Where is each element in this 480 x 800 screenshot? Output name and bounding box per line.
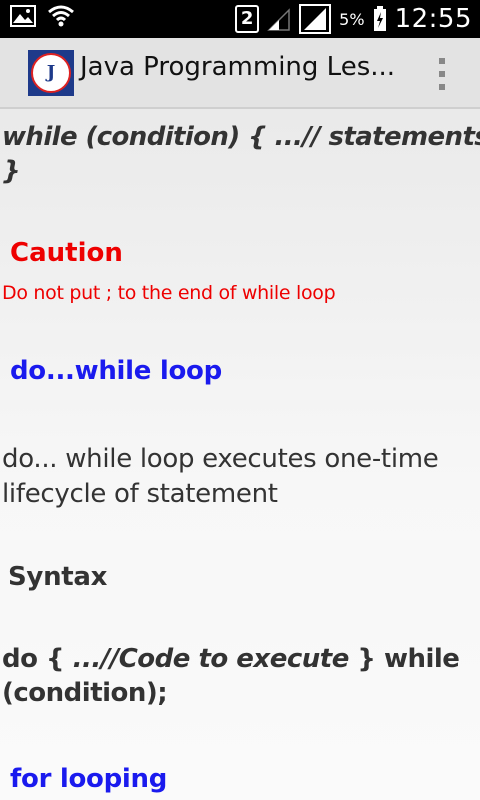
caution-heading: Caution bbox=[10, 238, 123, 268]
action-bar: J Java Programming Les... bbox=[0, 38, 480, 109]
signal-icon bbox=[267, 8, 290, 31]
status-bar-right: 2 5% 12:55 bbox=[235, 0, 472, 38]
java-logo-icon: J bbox=[31, 53, 71, 93]
dowhile-code-line: do { ...//Code to execute } while bbox=[2, 644, 460, 674]
app-logo[interactable]: J bbox=[28, 50, 74, 96]
while-code-line: } bbox=[2, 156, 21, 186]
battery-charging-icon bbox=[373, 6, 386, 31]
image-icon bbox=[10, 5, 36, 27]
while-code-line: while (condition) { ...// statements bbox=[2, 122, 480, 152]
description-line: do... while loop executes one-time bbox=[2, 444, 439, 474]
lesson-content: while (condition) { ...// statements } C… bbox=[0, 110, 480, 800]
syntax-label: Syntax bbox=[8, 562, 108, 592]
app-title: Java Programming Les... bbox=[80, 52, 396, 82]
for-looping-heading: for looping bbox=[10, 764, 168, 794]
clock: 12:55 bbox=[394, 4, 472, 34]
dowhile-code-line: (condition); bbox=[2, 678, 168, 708]
while-code-block: while (condition) { ...// statements } bbox=[2, 120, 480, 188]
dowhile-code-block: do { ...//Code to execute } while (condi… bbox=[2, 642, 460, 710]
dowhile-heading: do...while loop bbox=[10, 356, 222, 386]
battery-percent: 5% bbox=[339, 9, 365, 29]
status-bar-left bbox=[10, 5, 74, 27]
status-bar: 2 5% 12:55 bbox=[0, 0, 480, 38]
sim-icon: 2 bbox=[235, 5, 260, 33]
overflow-menu-icon[interactable] bbox=[437, 58, 447, 90]
caution-text: Do not put ; to the end of while loop bbox=[2, 282, 336, 304]
dowhile-description: do... while loop executes one-time lifec… bbox=[2, 442, 439, 512]
code-comment: ...//Code to execute bbox=[72, 644, 350, 674]
signal-icon bbox=[299, 4, 332, 34]
description-line: lifecycle of statement bbox=[2, 479, 278, 509]
wifi-icon bbox=[48, 5, 74, 27]
